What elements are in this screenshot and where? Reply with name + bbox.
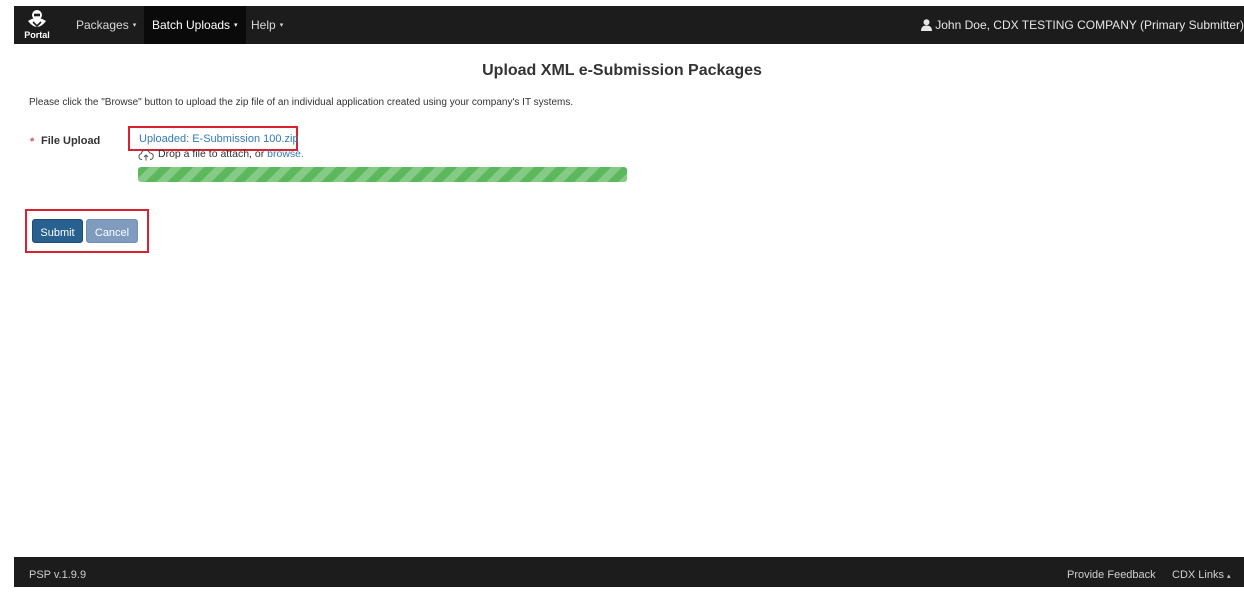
nav-batch-uploads[interactable]: Batch Uploads ▾: [144, 6, 246, 44]
nav-help-label: Help: [251, 18, 276, 32]
nav-packages[interactable]: Packages ▾: [68, 6, 144, 44]
upload-progress-fill: [138, 167, 627, 182]
nav-packages-label: Packages: [76, 18, 129, 32]
user-menu-label: John Doe, CDX TESTING COMPANY (Primary S…: [935, 18, 1244, 32]
upload-progress-bar: [138, 167, 627, 182]
nav-batch-uploads-label: Batch Uploads: [152, 18, 231, 32]
page-title: Upload XML e-Submission Packages: [482, 62, 762, 79]
chevron-down-icon: ▾: [234, 21, 238, 29]
portal-logo[interactable]: Portal: [20, 9, 54, 41]
file-upload-label: File Upload: [41, 135, 101, 147]
browse-link[interactable]: browse.: [267, 148, 304, 160]
file-drop-zone[interactable]: Drop a file to attach, or browse.: [138, 148, 304, 162]
nav-help[interactable]: Help ▾: [243, 6, 291, 44]
chevron-down-icon: ▾: [132, 21, 137, 29]
user-icon: [921, 19, 933, 31]
submit-button[interactable]: Submit: [32, 219, 83, 243]
portal-logo-icon: [28, 10, 46, 28]
footer: PSP v.1.9.9 Provide Feedback CDX Links ▴: [14, 557, 1244, 587]
cancel-button[interactable]: Cancel: [86, 219, 138, 243]
provide-feedback-link[interactable]: Provide Feedback: [1067, 557, 1156, 593]
top-navbar: Portal Packages ▾ Batch Uploads ▾ Help ▾ Jo…: [14, 6, 1244, 44]
chevron-up-icon: ▴: [1226, 573, 1231, 580]
chevron-down-icon: ▾: [279, 21, 284, 29]
cdx-links-label: CDX Links: [1172, 569, 1224, 581]
drop-zone-text: Drop a file to attach, or: [158, 148, 268, 160]
required-marker: *: [30, 136, 35, 148]
cloud-upload-icon: [138, 149, 154, 161]
uploaded-file-link[interactable]: Uploaded: E-Submission 100.zip: [139, 133, 299, 145]
upload-instructions: Please click the "Browse" button to uplo…: [29, 97, 574, 108]
app-version: PSP v.1.9.9: [29, 569, 87, 581]
portal-logo-text: Portal: [24, 30, 50, 40]
cdx-links-menu[interactable]: CDX Links ▴: [1172, 557, 1230, 595]
user-menu[interactable]: John Doe, CDX TESTING COMPANY (Primary S…: [921, 6, 1244, 44]
